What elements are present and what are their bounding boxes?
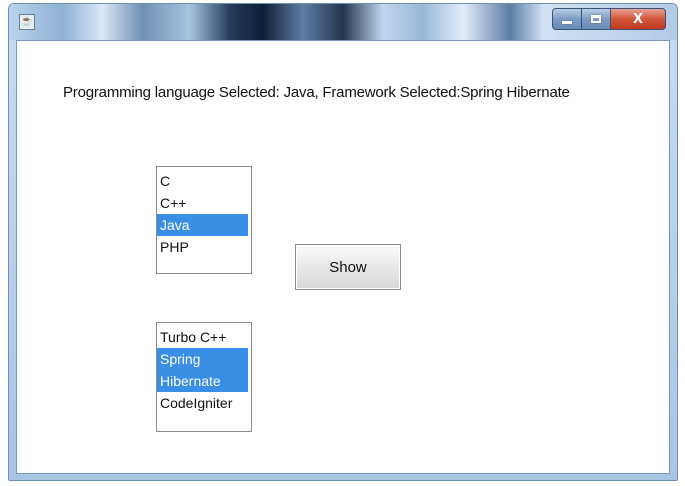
title-bar[interactable]: ☕ X [9, 4, 677, 40]
list-item-codeigniter[interactable]: CodeIgniter [157, 392, 248, 414]
java-app-icon: ☕ [19, 14, 35, 30]
selection-status-label: Programming language Selected: Java, Fra… [63, 84, 570, 101]
list-item-spring[interactable]: Spring [157, 348, 248, 370]
minimize-button[interactable] [552, 8, 582, 30]
maximize-button[interactable] [581, 8, 611, 30]
show-button[interactable]: Show [295, 244, 401, 290]
language-listbox[interactable]: C C++ Java PHP [156, 166, 252, 274]
content-panel: Programming language Selected: Java, Fra… [16, 40, 670, 474]
framework-listbox[interactable]: Turbo C++ Spring Hibernate CodeIgniter [156, 322, 252, 432]
list-item-turbo-cpp[interactable]: Turbo C++ [157, 326, 248, 348]
maximize-icon [591, 15, 601, 23]
list-item-hibernate[interactable]: Hibernate [157, 370, 248, 392]
list-item-php[interactable]: PHP [157, 236, 248, 258]
list-item-c[interactable]: C [157, 170, 248, 192]
list-item-cpp[interactable]: C++ [157, 192, 248, 214]
application-window: ☕ X Programming language Selected: Java,… [8, 3, 678, 481]
close-button[interactable]: X [610, 8, 666, 30]
close-icon: X [632, 11, 644, 27]
list-item-java[interactable]: Java [157, 214, 248, 236]
minimize-icon [562, 20, 572, 24]
